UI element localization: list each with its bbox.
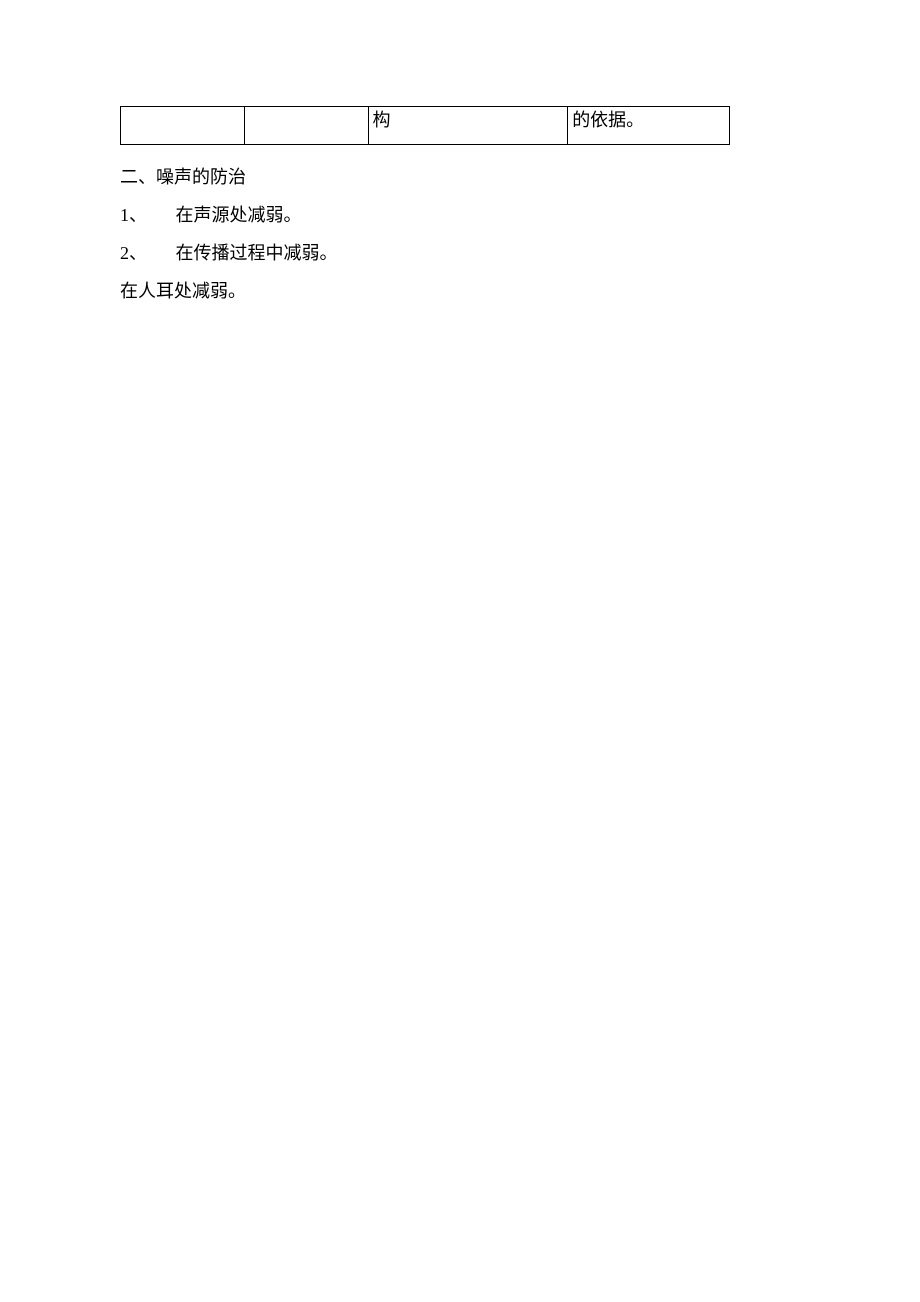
list-item-3: 在人耳处减弱。 <box>120 273 730 309</box>
table-cell-3: 构 <box>368 107 568 145</box>
table-row: 构 的依据。 <box>121 107 730 145</box>
item-number: 1、 <box>120 205 147 225</box>
document-table: 构 的依据。 <box>120 106 730 145</box>
table-cell-1 <box>121 107 245 145</box>
document-body: 二、噪声的防治 1、 在声源处减弱。 2、 在传播过程中减弱。 在人耳处减弱。 <box>120 159 730 309</box>
table-cell-2 <box>244 107 368 145</box>
list-item-1: 1、 在声源处减弱。 <box>120 197 730 233</box>
item-number: 2、 <box>120 243 147 263</box>
list-item-2: 2、 在传播过程中减弱。 <box>120 235 730 271</box>
item-text: 在传播过程中减弱。 <box>152 243 338 263</box>
section-heading: 二、噪声的防治 <box>120 159 730 195</box>
table-cell-4: 的依据。 <box>568 107 730 145</box>
item-text: 在声源处减弱。 <box>152 205 302 225</box>
